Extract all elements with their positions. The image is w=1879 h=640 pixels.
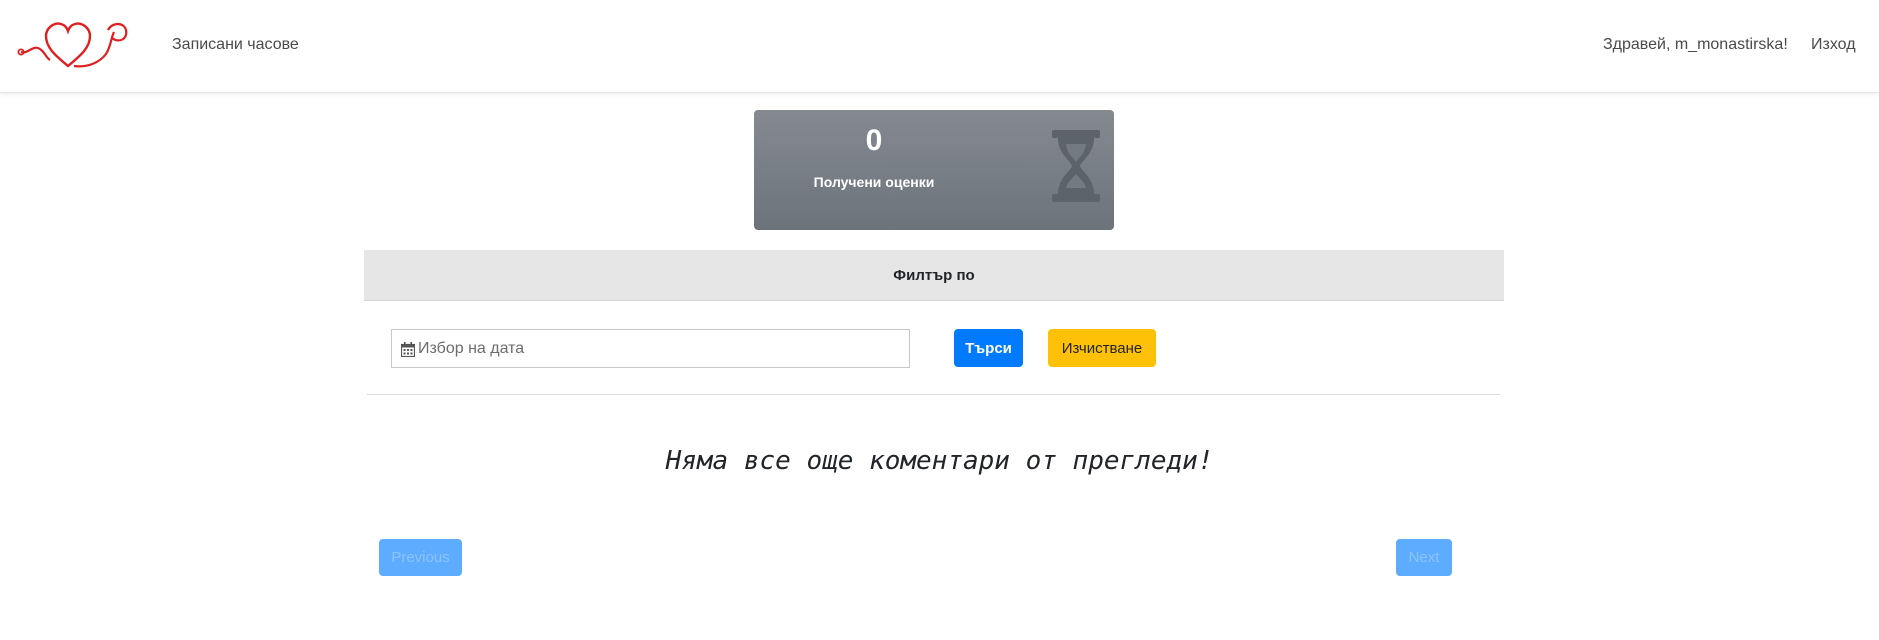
ratings-label: Получени оценки	[813, 174, 935, 190]
divider	[367, 394, 1500, 395]
heart-stethoscope-logo-icon[interactable]	[16, 20, 130, 72]
hourglass-icon	[1052, 130, 1100, 202]
empty-comments-message: Няма все още коментари от прегледи!	[665, 446, 1214, 476]
clear-button[interactable]: Изчистване	[1048, 329, 1156, 367]
ratings-count: 0	[865, 124, 883, 157]
previous-page-button[interactable]: Previous	[379, 539, 462, 576]
filter-header: Филтър по	[364, 250, 1504, 301]
ratings-stat-card: 0 Получени оценки	[754, 110, 1114, 230]
logout-link[interactable]: Изход	[1811, 36, 1856, 54]
date-input[interactable]	[418, 330, 898, 367]
nav-link-appointments[interactable]: Записани часове	[172, 36, 299, 54]
next-page-button[interactable]: Next	[1396, 539, 1452, 576]
user-greeting: Здравей, m_monastirska!	[1603, 36, 1788, 53]
top-navbar: Записани часове Здравей, m_monastirska! …	[0, 0, 1879, 93]
calendar-icon	[401, 342, 415, 357]
date-picker-field[interactable]	[391, 329, 910, 368]
search-button[interactable]: Търси	[954, 329, 1023, 367]
